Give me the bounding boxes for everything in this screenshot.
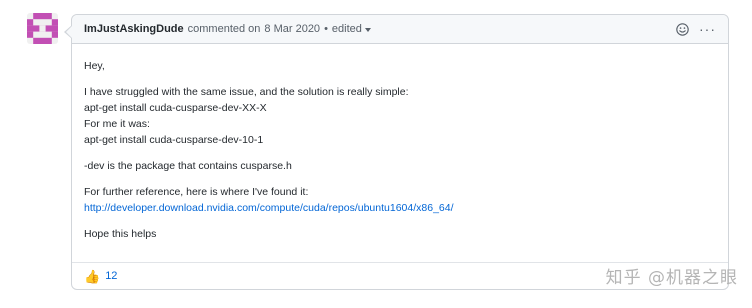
reference-text: For further reference, here is where I'v… <box>84 186 309 198</box>
comment-date[interactable]: 8 Mar 2020 <box>264 23 320 35</box>
edited-label: edited <box>331 23 362 35</box>
author-link[interactable]: ImJustAskingDude <box>84 23 184 35</box>
kebab-horizontal-icon[interactable]: ··· <box>699 22 716 36</box>
comment-action: commented on <box>187 23 261 35</box>
closing: Hope this helps <box>84 228 157 240</box>
solution-line-2: apt-get install cuda-cusparse-dev-XX-X <box>84 102 267 114</box>
thumbs-up-reaction[interactable]: 👍 12 <box>84 270 117 283</box>
smiley-icon[interactable] <box>676 22 689 36</box>
identicon-icon <box>27 13 58 44</box>
comment-box: ImJustAskingDude commented on 8 Mar 2020… <box>64 14 729 290</box>
comment-header: ImJustAskingDude commented on 8 Mar 2020… <box>72 15 728 44</box>
thumbs-up-icon: 👍 <box>84 268 101 284</box>
avatar[interactable] <box>27 13 58 44</box>
reference-paragraph: For further reference, here is where I'v… <box>84 184 716 216</box>
edited-dropdown[interactable]: edited <box>332 23 371 35</box>
solution-line-3: For me it was: <box>84 118 150 130</box>
solution-paragraph: I have struggled with the same issue, an… <box>84 84 716 148</box>
dev-note: -dev is the package that contains cuspar… <box>84 160 292 172</box>
greeting: Hey, <box>84 60 105 72</box>
reaction-count: 12 <box>105 270 118 282</box>
reference-link[interactable]: http://developer.download.nvidia.com/com… <box>84 202 454 214</box>
watermark: 知乎 @机器之眼 <box>605 268 738 288</box>
solution-line-1: I have struggled with the same issue, an… <box>84 86 409 98</box>
solution-line-4: apt-get install cuda-cusparse-dev-10-1 <box>84 134 264 146</box>
header-actions: ··· <box>676 22 716 36</box>
separator: • <box>324 23 328 35</box>
caret-down-icon <box>364 28 371 32</box>
comment-body: Hey, I have struggled with the same issu… <box>72 44 728 242</box>
